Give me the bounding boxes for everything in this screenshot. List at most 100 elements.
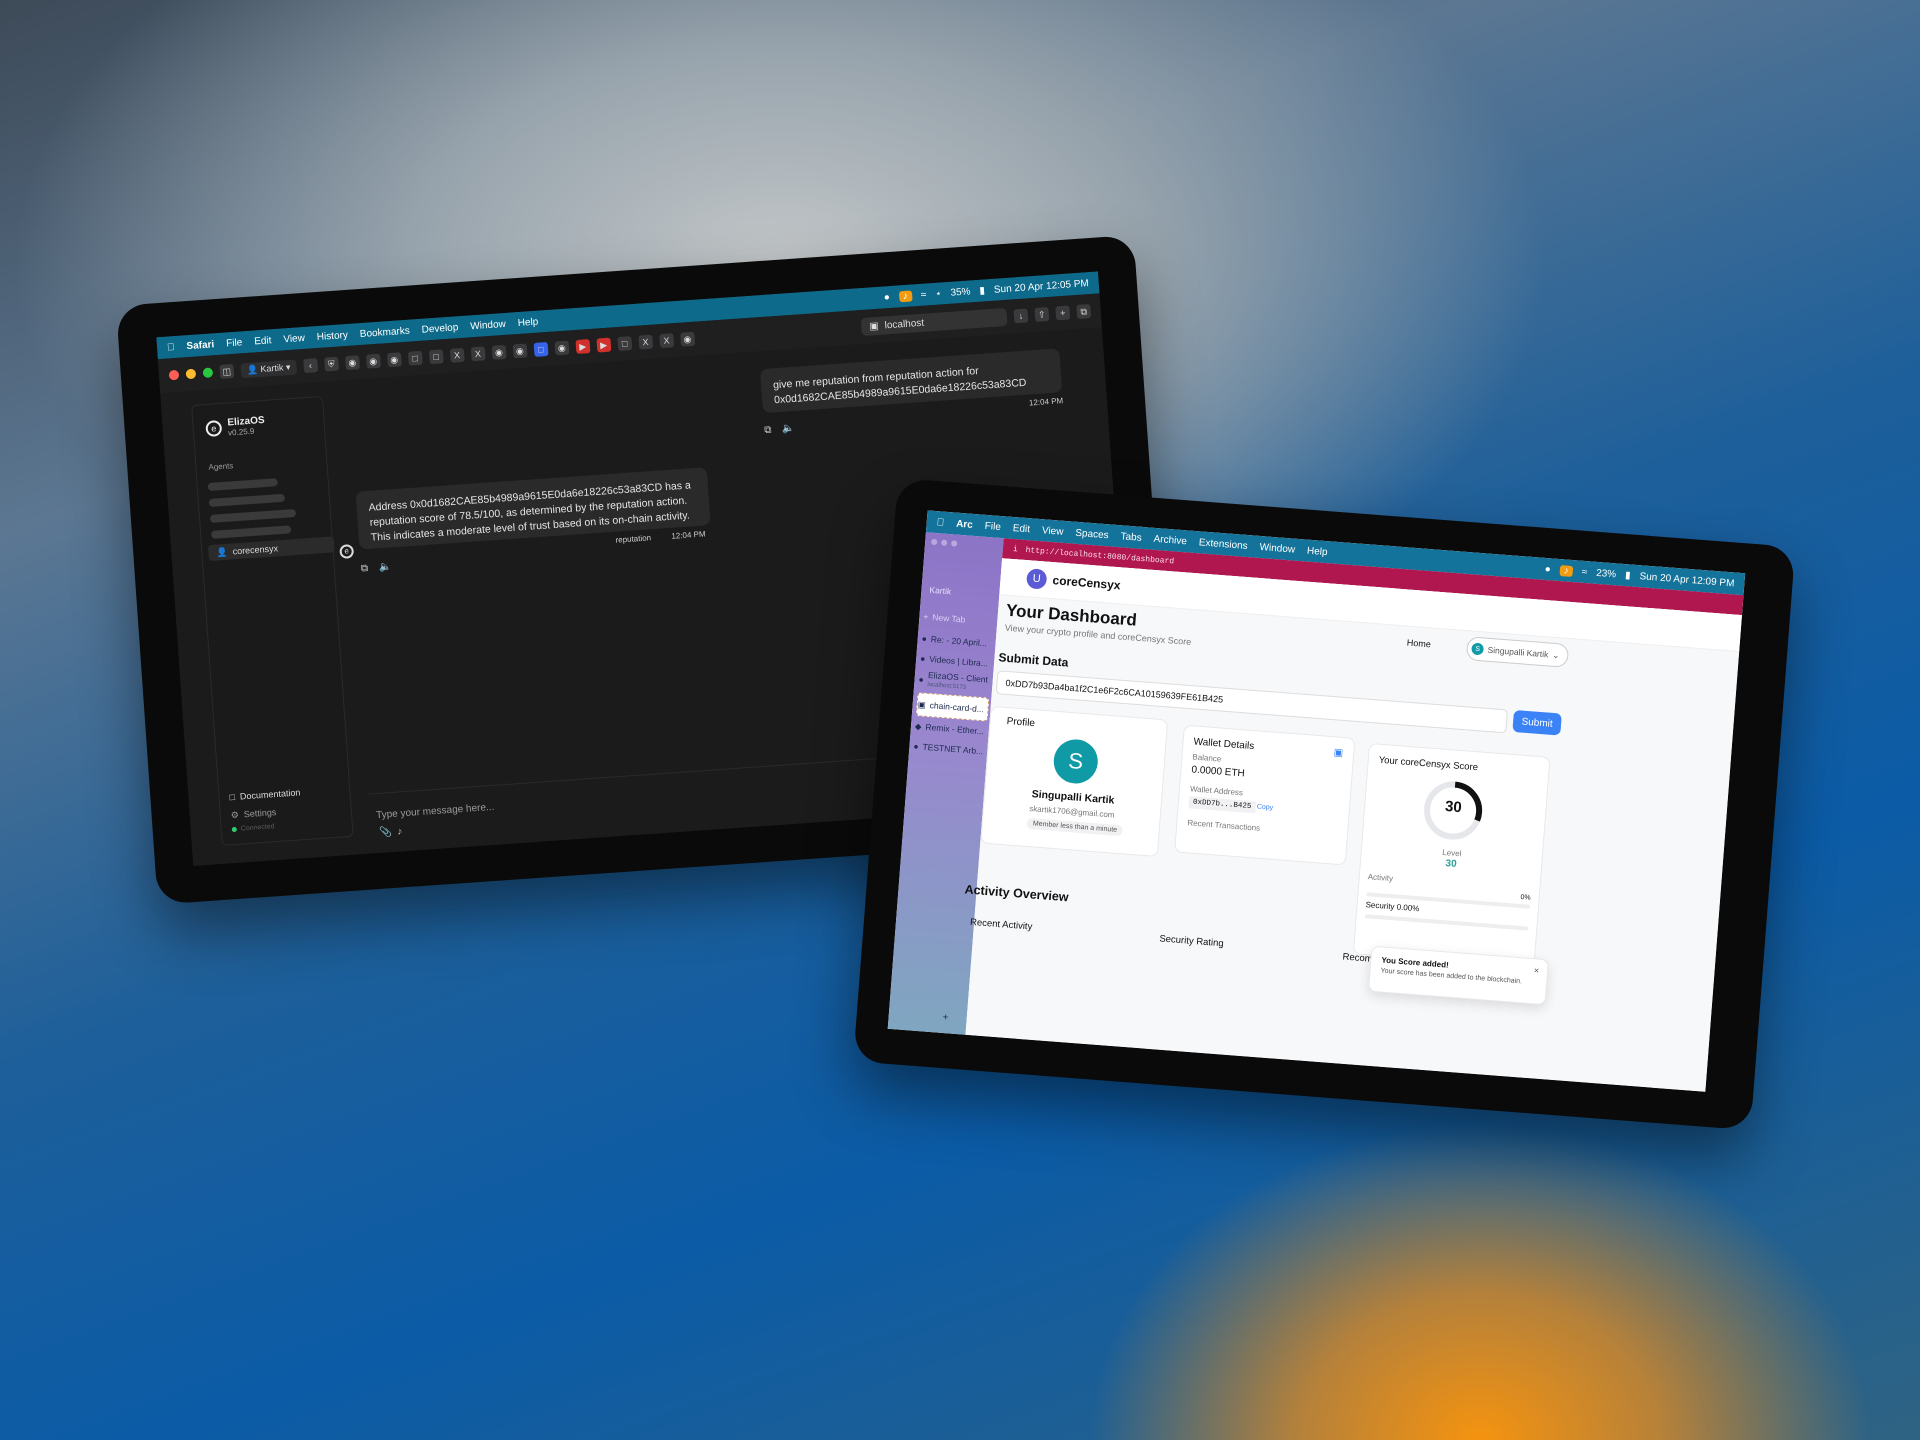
new-tab-icon[interactable]: + [1055, 305, 1071, 321]
bluetooth-icon[interactable]: ⋆ [935, 288, 942, 299]
copy-icon[interactable]: ⧉ [361, 563, 369, 574]
record-icon[interactable]: ● [883, 292, 890, 303]
agent-name: corecensyx [232, 543, 279, 557]
menu-window[interactable]: Window [470, 318, 506, 331]
github-icon[interactable]: ◉ [344, 355, 360, 371]
menu-history[interactable]: History [316, 329, 348, 342]
youtube-icon[interactable]: ▶ [575, 339, 591, 355]
paperclip-icon[interactable]: 📎 [379, 827, 392, 839]
tab-label: Remix - Ether... [925, 721, 985, 737]
x-icon[interactable]: X [659, 333, 674, 349]
sidebar-item-settings[interactable]: ⚙ Settings [230, 807, 276, 821]
arc-tab-active[interactable]: ▣ chain-card-d... [915, 692, 990, 722]
minimize-window-button[interactable] [185, 368, 197, 380]
bookmark-icon[interactable]: □ [407, 350, 423, 366]
zoom-window-button[interactable] [202, 367, 214, 379]
x-icon[interactable]: X [638, 334, 654, 350]
settings-label: Settings [243, 807, 277, 820]
sidebar-item-corecensyx[interactable]: 👤 corecensyx [207, 536, 335, 562]
share-icon[interactable]: ⇧ [1034, 306, 1050, 322]
close-window-button[interactable] [168, 369, 180, 381]
copy-button[interactable]: Copy [1257, 804, 1274, 812]
sidebar-toggle-icon[interactable]: ◫ [219, 363, 235, 379]
battery-icon[interactable]: ▮ [979, 285, 985, 296]
bookmark-icon[interactable]: □ [533, 341, 549, 357]
github-icon[interactable]: ◉ [512, 343, 528, 359]
plus-icon[interactable]: + [942, 1012, 949, 1023]
speaker-icon[interactable]: 🔈 [782, 423, 795, 435]
apple-icon[interactable]:  [936, 517, 944, 529]
github-icon[interactable]: ◉ [554, 340, 570, 356]
space-name[interactable]: Kartik [929, 585, 951, 597]
menu-tabs[interactable]: Tabs [1120, 531, 1142, 544]
menu-window[interactable]: Window [1259, 541, 1295, 555]
bookmark-icon[interactable]: □ [617, 336, 633, 352]
speaker-icon[interactable]: 🔈 [379, 561, 392, 573]
github-icon[interactable]: ◉ [491, 344, 507, 360]
shield-icon[interactable]: ⛨ [323, 356, 339, 372]
menu-edit[interactable]: Edit [254, 335, 272, 347]
profile-button[interactable]: 👤 Kartik ▾ [240, 359, 297, 378]
app-logo[interactable]: U coreCensyx [1025, 568, 1122, 595]
user-menu[interactable]: S Singupalli Kartik ⌄ [1465, 636, 1570, 668]
microphone-icon[interactable]: ♪ [397, 826, 403, 837]
back-icon[interactable]: ‹ [302, 358, 318, 374]
record-icon[interactable]: ● [1544, 563, 1551, 574]
menu-archive[interactable]: Archive [1153, 533, 1187, 547]
security-label: Security 0.00% [1365, 900, 1420, 914]
menu-view[interactable]: View [283, 332, 305, 344]
arc-tab[interactable]: ◆ Remix - Ether... [914, 718, 985, 739]
brand-name: coreCensyx [1052, 573, 1122, 593]
download-icon[interactable]: ↓ [1013, 308, 1029, 324]
status-label: Connected [240, 823, 275, 833]
copy-icon[interactable]: ⧉ [764, 425, 772, 436]
github-icon[interactable]: ◉ [365, 353, 381, 369]
menubar-clock[interactable]: Sun 20 Apr 12:09 PM [1639, 571, 1735, 589]
menu-file[interactable]: File [226, 337, 243, 349]
x-icon[interactable]: X [470, 346, 486, 362]
agent-avatar: e [339, 544, 355, 559]
mic-icon[interactable]: ♪ [1559, 564, 1574, 577]
menu-file[interactable]: File [984, 520, 1001, 532]
close-icon[interactable]: × [1533, 965, 1539, 975]
new-tab-button[interactable]: + New Tab [923, 608, 994, 629]
menu-view[interactable]: View [1042, 525, 1064, 538]
mic-icon[interactable]: ♪ [898, 289, 913, 302]
address-bar[interactable]: ▣ localhost [860, 307, 1008, 337]
x-icon[interactable]: X [449, 347, 465, 363]
github-icon[interactable]: ◉ [386, 352, 402, 368]
menu-help[interactable]: Help [1307, 545, 1328, 558]
wifi-icon[interactable]: ≈ [920, 289, 926, 300]
bookmark-icon[interactable]: □ [428, 349, 444, 365]
wifi-icon[interactable]: ≈ [1581, 566, 1587, 577]
status-dot-icon [231, 826, 237, 833]
menubar-clock[interactable]: Sun 20 Apr 12:05 PM [994, 278, 1090, 296]
arc-tab[interactable]: ● TESTNET Arb... [913, 738, 984, 759]
apple-icon[interactable]:  [167, 342, 175, 353]
menu-spaces[interactable]: Spaces [1075, 527, 1109, 541]
submit-button[interactable]: Submit [1512, 709, 1562, 736]
nav-home[interactable]: Home [1406, 638, 1431, 650]
minimize-window-button[interactable] [940, 539, 948, 546]
close-window-button[interactable] [930, 538, 938, 546]
tab-label: Re: - 20 April... [930, 634, 988, 649]
arc-tab[interactable]: ● Re: - 20 April... [921, 630, 992, 651]
github-icon[interactable]: ◉ [680, 331, 695, 347]
menu-extensions[interactable]: Extensions [1198, 537, 1248, 552]
menu-edit[interactable]: Edit [1012, 522, 1030, 534]
battery-icon[interactable]: ▮ [1625, 570, 1631, 581]
arc-tab[interactable]: ● ElizaOS - Client localhost:5173 [918, 668, 989, 695]
eliza-brand[interactable]: e ElizaOS v0.25.9 [205, 415, 266, 439]
menu-app[interactable]: Safari [186, 339, 214, 352]
message-placeholder: Type your message here... [375, 801, 495, 822]
menu-app[interactable]: Arc [956, 518, 973, 530]
menu-bookmarks[interactable]: Bookmarks [359, 325, 410, 339]
menu-develop[interactable]: Develop [421, 322, 458, 336]
plus-icon: + [923, 611, 929, 622]
zoom-window-button[interactable] [950, 540, 958, 547]
menu-help[interactable]: Help [517, 316, 538, 328]
sidebar-item-documentation[interactable]: □ Documentation [229, 787, 301, 802]
tabs-overview-icon[interactable]: ⧉ [1076, 304, 1092, 319]
youtube-icon[interactable]: ▶ [596, 337, 612, 353]
wallet-icon[interactable]: ▣ [1333, 747, 1343, 759]
